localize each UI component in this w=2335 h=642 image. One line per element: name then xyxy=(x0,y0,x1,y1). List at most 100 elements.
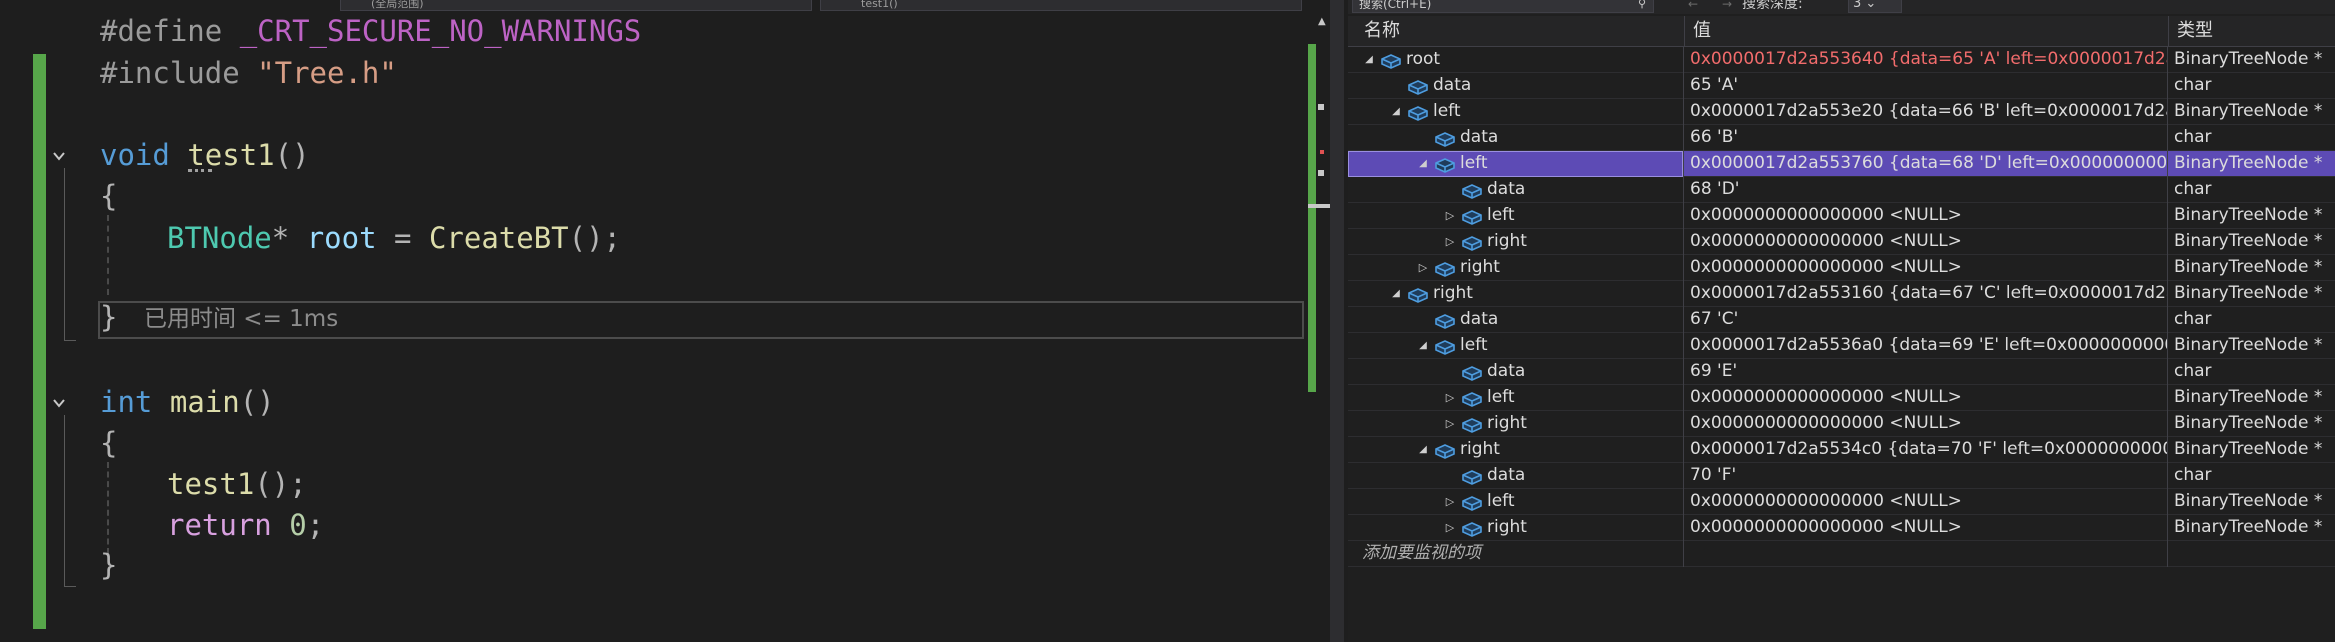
watch-row[interactable]: ▷ left 0x0000000000000000 <NULL> BinaryTree… xyxy=(1348,489,2335,515)
watch-row[interactable]: data 67 'C' char xyxy=(1348,307,2335,333)
watch-value-cell[interactable]: 0x0000017d2a553160 {data=67 'C' left=0x0… xyxy=(1684,281,2168,307)
expand-arrow-icon[interactable]: ▷ xyxy=(1443,203,1457,229)
watch-name-cell[interactable]: data xyxy=(1348,463,1684,489)
column-header-type[interactable]: 类型 xyxy=(2168,16,2335,46)
watch-value-cell[interactable]: 0x0000000000000000 <NULL> xyxy=(1684,411,2168,437)
collapse-arrow-icon[interactable]: ◢ xyxy=(1389,99,1403,125)
watch-value-cell[interactable]: 0x0000000000000000 <NULL> xyxy=(1684,255,2168,281)
watch-value-cell[interactable]: 70 'F' xyxy=(1684,463,2168,489)
watch-row[interactable]: ▷ right 0x0000000000000000 <NULL> BinaryTre… xyxy=(1348,255,2335,281)
watch-value-cell[interactable]: 0x0000000000000000 <NULL> xyxy=(1684,229,2168,255)
watch-row[interactable]: ▷ right 0x0000000000000000 <NULL> BinaryTre… xyxy=(1348,515,2335,541)
column-header-name[interactable]: 名称 xyxy=(1348,16,1684,46)
watch-name-cell[interactable]: data xyxy=(1348,307,1684,333)
watch-name-cell[interactable]: data xyxy=(1348,125,1684,151)
expand-arrow-icon[interactable]: ▷ xyxy=(1443,489,1457,515)
watch-type-cell: BinaryTreeNode * xyxy=(2174,387,2323,407)
collapse-arrow-icon[interactable]: ◢ xyxy=(1416,151,1430,177)
watch-name-cell[interactable]: ◢ left xyxy=(1348,151,1684,177)
search-prev-icon[interactable]: ← xyxy=(1688,0,1698,10)
watch-name-cell[interactable]: ▷ right xyxy=(1348,255,1684,281)
watch-name-cell[interactable]: ▷ right xyxy=(1348,515,1684,541)
scroll-up-icon[interactable]: ▲ xyxy=(1318,16,1326,27)
scope-dropdown[interactable]: (全局范围) xyxy=(340,0,812,11)
editor-scrollbar[interactable]: ▲ xyxy=(1308,0,1338,642)
watch-value-cell[interactable]: 0x0000017d2a553e20 {data=66 'B' left=0x0… xyxy=(1684,99,2168,125)
fold-chevron-icon[interactable] xyxy=(52,148,66,162)
watch-name-cell[interactable]: data xyxy=(1348,359,1684,385)
watch-item-name: root xyxy=(1406,49,1441,69)
watch-value-cell[interactable]: 0x0000017d2a5534c0 {data=70 'F' left=0x0… xyxy=(1684,437,2168,463)
perf-tip[interactable]: 已用时间 <= 1ms xyxy=(144,301,338,337)
collapse-arrow-icon[interactable]: ◢ xyxy=(1416,437,1430,463)
watch-name-cell[interactable]: ◢ root xyxy=(1348,47,1684,73)
watch-value-cell[interactable]: 67 'C' xyxy=(1684,307,2168,333)
watch-row[interactable]: ◢ root 0x0000017d2a553640 {data=65 'A' lef… xyxy=(1348,47,2335,73)
watch-item-name: left xyxy=(1487,491,1515,511)
watch-name-cell[interactable]: ▷ left xyxy=(1348,203,1684,229)
watch-name-cell[interactable]: ▷ right xyxy=(1348,229,1684,255)
watch-value-cell[interactable]: 65 'A' xyxy=(1684,73,2168,99)
code-editor[interactable]: (全局范围) test1() #define _CRT_SECURE_NO_WA… xyxy=(0,0,1344,642)
pane-splitter[interactable] xyxy=(1330,0,1344,642)
search-next-icon[interactable]: → xyxy=(1722,0,1732,10)
watch-value-cell[interactable]: 0x0000000000000000 <NULL> xyxy=(1684,385,2168,411)
watch-row[interactable]: ▷ left 0x0000000000000000 <NULL> BinaryTree… xyxy=(1348,203,2335,229)
watch-name-cell[interactable]: ◢ left xyxy=(1348,333,1684,359)
watch-row[interactable]: data 65 'A' char xyxy=(1348,73,2335,99)
function-call: test1 xyxy=(167,467,255,501)
watch-row[interactable]: ◢ right 0x0000017d2a553160 {data=67 'C' le… xyxy=(1348,281,2335,307)
watch-name-cell[interactable]: ◢ left xyxy=(1348,99,1684,125)
watch-row[interactable]: data 69 'E' char xyxy=(1348,359,2335,385)
type-name: BTNode xyxy=(167,221,272,255)
search-depth-select[interactable]: 3 ⌄ xyxy=(1848,0,1902,13)
watch-value-cell[interactable]: 0x0000000000000000 <NULL> xyxy=(1684,489,2168,515)
watch-row[interactable]: ▷ left 0x0000000000000000 <NULL> BinaryTree… xyxy=(1348,385,2335,411)
watch-type-cell: char xyxy=(2174,127,2212,147)
watch-name-cell[interactable]: ▷ right xyxy=(1348,411,1684,437)
watch-value-cell[interactable]: 66 'B' xyxy=(1684,125,2168,151)
watch-value-cell[interactable]: 0x0000000000000000 <NULL> xyxy=(1684,203,2168,229)
add-watch-cell[interactable]: 添加要监视的项 xyxy=(1348,541,1684,567)
watch-row[interactable]: ◢ left 0x0000017d2a5536a0 {data=69 'E' lef… xyxy=(1348,333,2335,359)
watch-search-input[interactable]: 搜索(Ctrl+E) xyxy=(1352,0,1654,13)
watch-name-cell[interactable]: data xyxy=(1348,73,1684,99)
expand-arrow-icon[interactable]: ▷ xyxy=(1443,515,1457,541)
watch-name-cell[interactable]: ◢ right xyxy=(1348,437,1684,463)
fold-chevron-icon[interactable] xyxy=(52,395,66,409)
watch-row[interactable]: ◢ right 0x0000017d2a5534c0 {data=70 'F' le… xyxy=(1348,437,2335,463)
field-icon xyxy=(1380,52,1402,69)
watch-value-cell[interactable]: 69 'E' xyxy=(1684,359,2168,385)
watch-row[interactable]: ▷ right 0x0000000000000000 <NULL> BinaryTre… xyxy=(1348,411,2335,437)
search-icon[interactable]: ⚲ xyxy=(1638,0,1646,9)
expand-arrow-icon[interactable]: ▷ xyxy=(1443,229,1457,255)
watch-value-cell[interactable]: 0x0000017d2a5536a0 {data=69 'E' left=0x0… xyxy=(1684,333,2168,359)
scope-guide xyxy=(64,168,65,340)
watch-name-cell[interactable]: data xyxy=(1348,177,1684,203)
expand-arrow-icon[interactable]: ▷ xyxy=(1416,255,1430,281)
expand-arrow-icon[interactable]: ▷ xyxy=(1443,411,1457,437)
watch-value-cell[interactable]: 0x0000017d2a553640 {data=65 'A' left=0x0… xyxy=(1684,47,2168,73)
collapse-arrow-icon[interactable]: ◢ xyxy=(1362,47,1376,73)
watch-row[interactable]: ◢ left 0x0000017d2a553760 {data=68 'D' lef… xyxy=(1348,151,2335,177)
collapse-arrow-icon[interactable]: ◢ xyxy=(1389,281,1403,307)
watch-row[interactable]: data 70 'F' char xyxy=(1348,463,2335,489)
watch-value-cell[interactable]: 68 'D' xyxy=(1684,177,2168,203)
watch-name-cell[interactable]: ▷ left xyxy=(1348,385,1684,411)
collapse-arrow-icon[interactable]: ◢ xyxy=(1416,333,1430,359)
expand-arrow-icon[interactable]: ▷ xyxy=(1443,385,1457,411)
watch-value-cell[interactable]: 0x0000017d2a553760 {data=68 'D' left=0x0… xyxy=(1684,151,2168,177)
watch-row[interactable]: ▷ right 0x0000000000000000 <NULL> BinaryTre… xyxy=(1348,229,2335,255)
watch-name-cell[interactable]: ▷ left xyxy=(1348,489,1684,515)
watch-row[interactable]: data 66 'B' char xyxy=(1348,125,2335,151)
watch-row[interactable]: ◢ left 0x0000017d2a553e20 {data=66 'B' lef… xyxy=(1348,99,2335,125)
watch-item-name: data xyxy=(1487,465,1526,485)
watch-type-cell: char xyxy=(2174,309,2212,329)
column-header-value[interactable]: 值 xyxy=(1684,16,2168,46)
member-dropdown[interactable]: test1() xyxy=(820,0,1302,11)
add-watch-row[interactable]: 添加要监视的项 xyxy=(1348,541,2335,567)
watch-type-cell: BinaryTreeNode * xyxy=(2174,257,2323,277)
watch-name-cell[interactable]: ◢ right xyxy=(1348,281,1684,307)
watch-row[interactable]: data 68 'D' char xyxy=(1348,177,2335,203)
watch-value-cell[interactable]: 0x0000000000000000 <NULL> xyxy=(1684,515,2168,541)
